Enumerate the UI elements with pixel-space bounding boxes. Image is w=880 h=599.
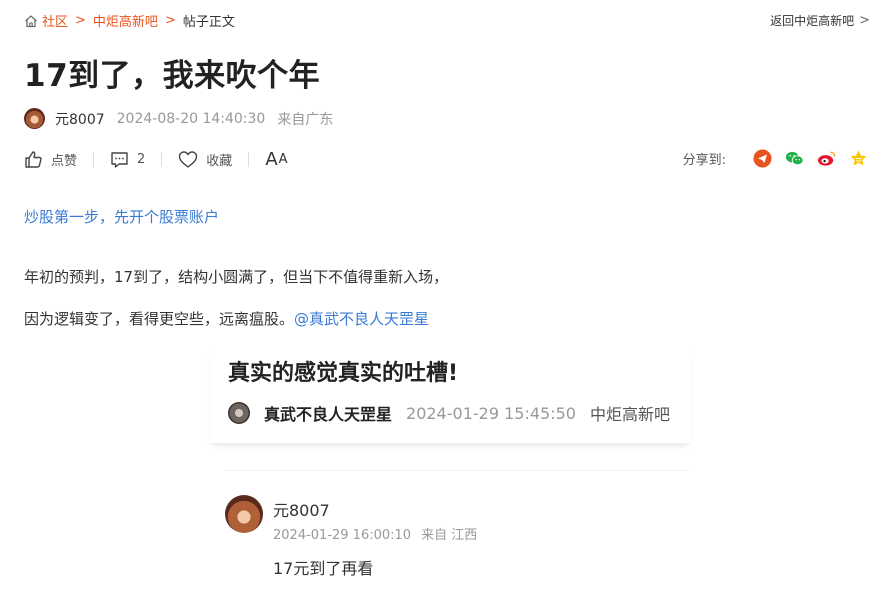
divider bbox=[161, 152, 163, 167]
chevron-right-icon: > bbox=[859, 13, 870, 28]
telegram-share-icon[interactable] bbox=[753, 149, 772, 168]
post-meta: 元8007 2024-08-20 14:40:30 来自广东 bbox=[24, 108, 333, 129]
avatar[interactable] bbox=[24, 108, 45, 129]
post-content-line: 因为逻辑变了，看得更空些，远离瘟股。@真武不良人天罡星 bbox=[24, 308, 429, 329]
back-to-forum-link[interactable]: 返回中炬高新吧 > bbox=[770, 12, 870, 29]
star-icon[interactable] bbox=[849, 149, 868, 168]
post-location: 来自广东 bbox=[277, 111, 334, 128]
back-link-label: 返回中炬高新吧 bbox=[770, 14, 855, 28]
post-content-line: 年初的预判，17到了，结构小圆满了，但当下不值得重新入场， bbox=[24, 268, 449, 286]
quoted-post-card[interactable]: 真实的感觉真实的吐槽! 真武不良人天罡星 2024-01-29 15:45:50… bbox=[210, 345, 690, 444]
like-label: 点赞 bbox=[51, 154, 78, 169]
weibo-icon[interactable] bbox=[817, 149, 836, 168]
favorite-label: 收藏 bbox=[206, 154, 233, 169]
share-bar: 分享到: bbox=[683, 149, 868, 168]
author-name[interactable]: 元8007 bbox=[55, 109, 105, 129]
comment-button[interactable]: 2 bbox=[110, 150, 145, 169]
home-icon bbox=[25, 14, 37, 27]
divider bbox=[93, 152, 95, 167]
quoted-post-time: 2024-01-29 15:45:50 bbox=[406, 403, 576, 423]
breadcrumb-forum-link[interactable]: 中炬高新吧 bbox=[93, 11, 158, 30]
favorite-button[interactable]: 收藏 bbox=[178, 150, 232, 169]
user-mention-link[interactable]: @真武不良人天罡星 bbox=[294, 310, 429, 328]
breadcrumb: 社区 > 中炬高新吧 > 帖子正文 bbox=[24, 11, 235, 30]
quoted-post-title: 真实的感觉真实的吐槽! bbox=[228, 361, 459, 386]
quoted-post-meta: 真武不良人天罡星 2024-01-29 15:45:50 中炬高新吧 bbox=[228, 401, 670, 425]
reply-meta: 2024-01-29 16:00:10 来自 江西 bbox=[273, 524, 477, 543]
wechat-icon[interactable] bbox=[785, 149, 804, 168]
promo-link[interactable]: 炒股第一步，先开个股票账户 bbox=[24, 206, 219, 227]
reply-time: 2024-01-29 16:00:10 bbox=[273, 528, 412, 543]
reply-author[interactable]: 元8007 bbox=[273, 497, 330, 521]
thumbs-up-icon bbox=[25, 151, 42, 168]
reply-text: 17元到了再看 bbox=[273, 559, 374, 578]
post-title: 17到了，我来吹个年 bbox=[24, 58, 321, 94]
post-actions: 点赞 2 收藏 AA bbox=[24, 149, 288, 170]
breadcrumb-separator: > bbox=[164, 13, 176, 28]
comment-icon bbox=[111, 152, 128, 168]
avatar[interactable] bbox=[225, 495, 263, 533]
breadcrumb-current: 帖子正文 bbox=[182, 15, 235, 30]
post-content-text: 因为逻辑变了，看得更空些，远离瘟股。 bbox=[24, 310, 295, 328]
breadcrumb-home-link[interactable]: 社区 bbox=[42, 11, 68, 30]
divider bbox=[248, 152, 250, 167]
font-size-button[interactable]: AA bbox=[265, 149, 287, 170]
divider bbox=[225, 470, 690, 471]
quoted-post-author: 真武不良人天罡星 bbox=[264, 405, 393, 424]
font-size-large-glyph: A bbox=[265, 149, 278, 170]
reply-location: 来自 江西 bbox=[421, 528, 478, 543]
comment-count: 2 bbox=[137, 152, 146, 167]
heart-icon bbox=[179, 151, 198, 168]
font-size-small-glyph: A bbox=[278, 152, 288, 167]
quoted-post-forum: 中炬高新吧 bbox=[589, 405, 670, 424]
avatar bbox=[228, 402, 250, 424]
breadcrumb-separator: > bbox=[75, 13, 86, 28]
like-button[interactable]: 点赞 bbox=[24, 150, 77, 169]
share-label: 分享到: bbox=[682, 153, 726, 168]
post-time: 2024-08-20 14:40:30 bbox=[116, 110, 266, 127]
